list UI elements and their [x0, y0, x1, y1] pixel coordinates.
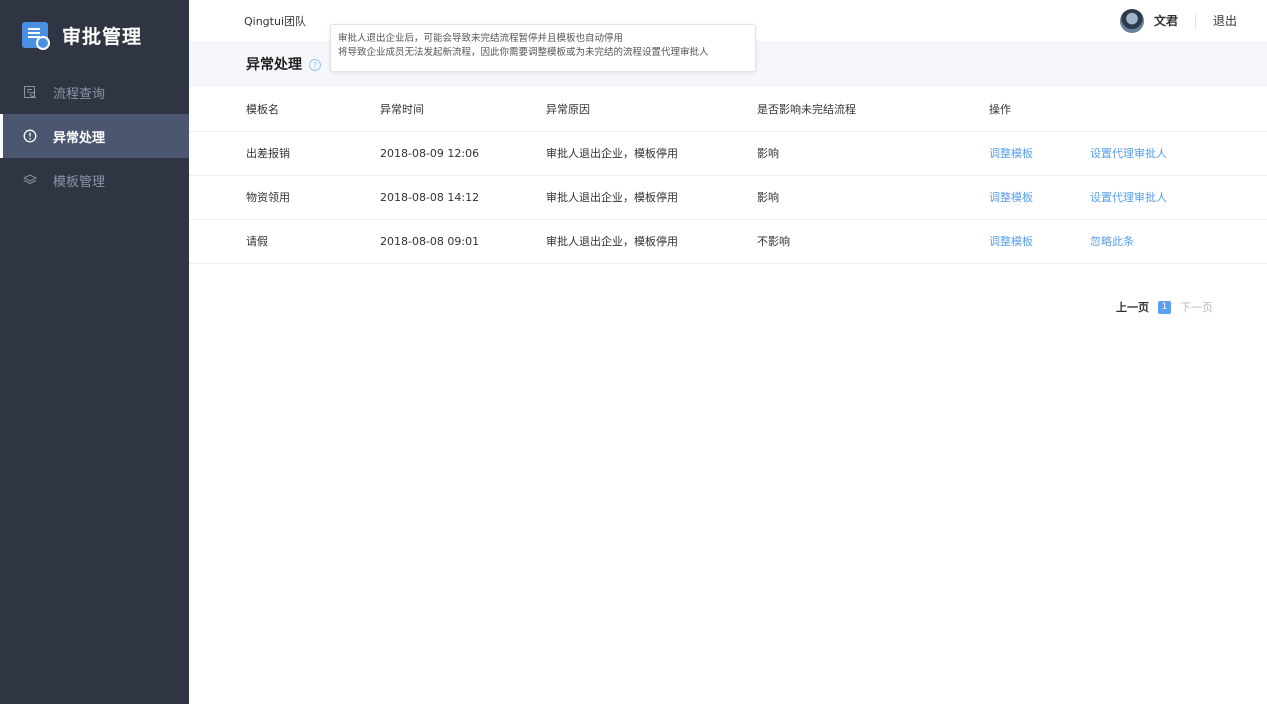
sidebar-item-exception[interactable]: 异常处理: [0, 114, 189, 158]
cell-affect: 影响: [757, 131, 989, 176]
tooltip-line: 将导致企业成员无法发起新流程，因此你需要调整模板或为未完结的流程设置代理审批人: [338, 47, 709, 58]
table-row: 请假 2018-08-08 09:01 审批人退出企业，模板停用 不影响 调整模…: [189, 219, 1267, 264]
cell-reason: 审批人退出企业，模板停用: [546, 175, 757, 220]
sidebar-item-template[interactable]: 模板管理: [0, 158, 189, 202]
sidebar-item-process-query[interactable]: 流程查询: [0, 70, 189, 114]
cell-reason: 审批人退出企业，模板停用: [546, 219, 757, 264]
adjust-template-link[interactable]: 调整模板: [989, 191, 1033, 204]
table-header-row: 模板名 异常时间 异常原因 是否影响未完结流程 操作: [189, 87, 1267, 132]
column-header-affect: 是否影响未完结流程: [757, 87, 989, 132]
sidebar-item-label: 异常处理: [53, 130, 106, 146]
pagination: 上一页 1 下一页: [1116, 299, 1213, 315]
adjust-template-link[interactable]: 调整模板: [989, 235, 1033, 248]
exception-table: 模板名 异常时间 异常原因 是否影响未完结流程 操作 出差报销 2018-08-…: [189, 87, 1267, 264]
cell-template-name: 物资领用: [189, 175, 380, 220]
page-title: 异常处理: [246, 57, 302, 73]
ignore-link[interactable]: 忽略此条: [1090, 235, 1134, 248]
cell-template-name: 出差报销: [189, 131, 380, 176]
column-header-reason: 异常原因: [546, 87, 757, 132]
cell-affect: 影响: [757, 175, 989, 220]
cell-affect: 不影响: [757, 219, 989, 264]
set-proxy-approver-link[interactable]: 设置代理审批人: [1090, 147, 1167, 160]
help-tooltip: 审批人退出企业后，可能会导致未完结流程暂停并且模板也自动停用 将导致企业成员无法…: [330, 24, 756, 72]
set-proxy-approver-link[interactable]: 设置代理审批人: [1090, 191, 1167, 204]
logout-button[interactable]: 退出: [1213, 12, 1237, 29]
alert-clock-icon: [22, 128, 38, 144]
cell-time: 2018-08-08 14:12: [380, 175, 546, 220]
divider: [1194, 12, 1196, 29]
column-header-time: 异常时间: [380, 87, 546, 132]
brand-title: 审批管理: [62, 25, 143, 48]
avatar[interactable]: [1119, 8, 1144, 33]
column-header-actions-extra: [1090, 87, 1267, 132]
next-page-button[interactable]: 下一页: [1180, 299, 1213, 315]
cell-time: 2018-08-08 09:01: [380, 219, 546, 264]
prev-page-button[interactable]: 上一页: [1116, 299, 1149, 315]
search-doc-icon: [22, 84, 38, 100]
team-name: Qingtui团队: [244, 14, 307, 28]
cell-reason: 审批人退出企业，模板停用: [546, 131, 757, 176]
layers-icon: [22, 172, 38, 188]
tooltip-line: 审批人退出企业后，可能会导致未完结流程暂停并且模板也自动停用: [338, 33, 624, 44]
page-number-current[interactable]: 1: [1158, 300, 1171, 314]
column-header-template: 模板名: [189, 87, 380, 132]
table-row: 物资领用 2018-08-08 14:12 审批人退出企业，模板停用 影响 调整…: [189, 175, 1267, 220]
help-icon[interactable]: ?: [309, 59, 321, 71]
username[interactable]: 文君: [1154, 12, 1178, 29]
sidebar-item-label: 流程查询: [53, 86, 106, 102]
sidebar-item-label: 模板管理: [53, 174, 106, 190]
user-area: 文君 退出: [1119, 0, 1237, 41]
adjust-template-link[interactable]: 调整模板: [989, 147, 1033, 160]
column-header-actions: 操作: [989, 87, 1090, 132]
brand: 审批管理: [0, 0, 189, 70]
sidebar: 审批管理 流程查询 异常处理 模板管理: [0, 0, 189, 704]
cell-template-name: 请假: [189, 219, 380, 264]
cell-time: 2018-08-09 12:06: [380, 131, 546, 176]
approval-doc-icon: [22, 22, 50, 50]
table-row: 出差报销 2018-08-09 12:06 审批人退出企业，模板停用 影响 调整…: [189, 131, 1267, 176]
